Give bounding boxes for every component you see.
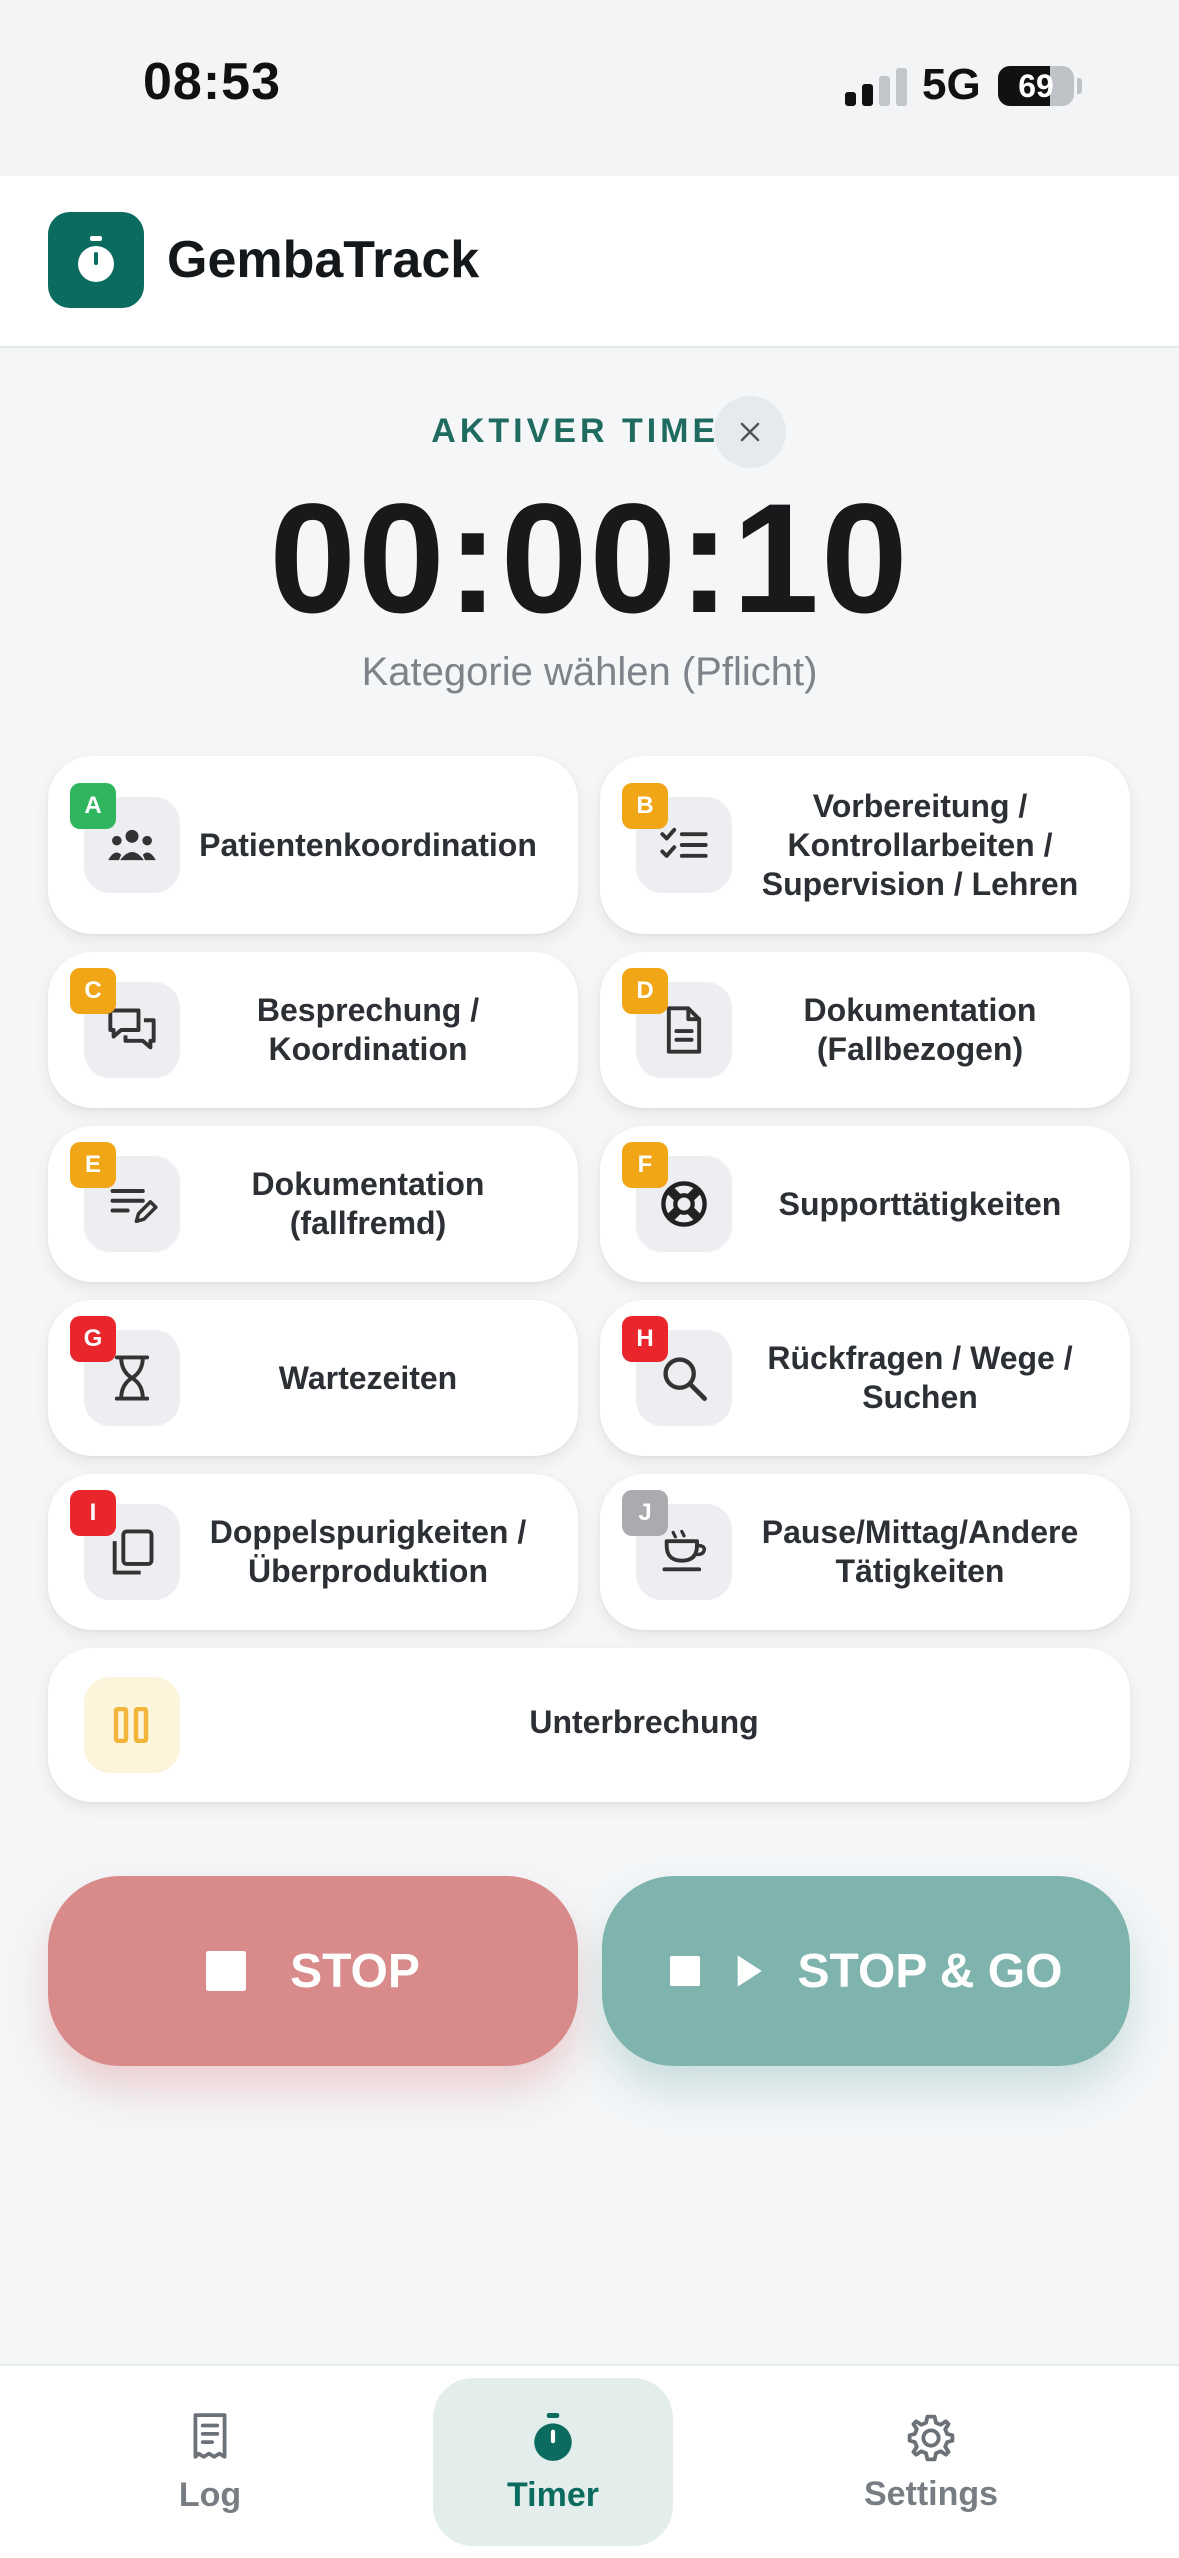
category-code-badge: B [622,783,668,829]
category-code-badge: G [70,1316,116,1362]
stop-and-go-button[interactable]: STOP & GO [602,1876,1130,2066]
category-label: Supporttätigkeiten [740,1185,1100,1224]
category-code-badge: H [622,1316,668,1362]
category-button-a[interactable]: A Patientenkoordination [48,756,578,934]
timer-status-label: AKTIVER TIMER [431,412,748,450]
play-icon [737,1955,762,1987]
close-icon [740,422,760,442]
receipt-icon [193,2412,227,2459]
stop-label: STOP [290,1944,420,1998]
nav-timer-label: Timer [507,2475,599,2514]
status-time: 08:53 [143,53,281,111]
category-label-line: Rückfragen / Wege / [767,1340,1073,1376]
category-button-i[interactable]: I Doppelspurigkeiten / Überproduktion [48,1474,578,1630]
status-bar: 08:53 5G 69 [0,0,1179,176]
category-code-badge: A [70,783,116,829]
category-button-j[interactable]: J Pause/Mittag/Andere Tätigkeiten [600,1474,1130,1630]
category-label-line: Suchen [862,1379,978,1415]
category-code-badge: J [622,1490,668,1536]
category-code-badge: E [70,1142,116,1188]
category-label: Dokumentation (fallfremd) [188,1165,548,1243]
category-label: Pause/Mittag/Andere Tätigkeiten [740,1513,1100,1591]
category-code-badge: D [622,968,668,1014]
stopwatch-icon [48,212,144,308]
stop-icon [206,1951,247,1991]
nav-log[interactable]: Log [90,2378,330,2546]
category-label-line: Überproduktion [248,1553,488,1589]
battery-nub [1077,78,1082,94]
category-label: Doppelspurigkeiten / Überproduktion [188,1513,548,1591]
category-label-line: (fallfremd) [289,1205,447,1241]
category-code-badge: I [70,1490,116,1536]
category-label-line: Kontrollarbeiten / [787,827,1053,863]
category-button-c[interactable]: C Besprechung / Koordination [48,952,578,1108]
network-type: 5G [922,60,981,109]
nav-log-label: Log [178,2475,242,2514]
category-button-d[interactable]: D Dokumentation (Fallbezogen) [600,952,1130,1108]
nav-settings-label: Settings [863,2474,999,2513]
category-button-e[interactable]: E Dokumentation (fallfremd) [48,1126,578,1282]
category-label-line: (Fallbezogen) [816,1031,1024,1067]
stopwatch-icon [534,2412,572,2461]
interruption-button[interactable]: Unterbrechung [48,1648,1130,1802]
stop-icon [669,1956,700,1986]
nav-timer[interactable]: Timer [433,2378,673,2546]
category-label: Dokumentation (Fallbezogen) [740,991,1100,1069]
category-button-f[interactable]: F Supporttätigkeiten [600,1126,1130,1282]
category-label: Besprechung / Koordination [188,991,548,1069]
category-button-b[interactable]: B Vorbereitung / Kontrollarbeiten / Supervi… [600,756,1130,934]
close-timer-button[interactable] [714,396,786,468]
signal-icon [845,66,907,106]
category-label: Patientenkoordination [188,826,548,865]
battery-icon: 69 [998,66,1074,106]
category-code-badge: C [70,968,116,1014]
app-title: GembaTrack [167,231,480,289]
nav-settings[interactable]: Settings [811,2378,1051,2546]
category-label-line: Tätigkeiten [835,1553,1005,1589]
timer-display: 00:00:10 [269,472,910,646]
interruption-label: Unterbrechung [529,1704,759,1740]
category-code-badge: F [622,1142,668,1188]
category-label-line: Koordination [268,1031,468,1067]
gear-icon [907,2414,955,2461]
category-label-line: Patientenkoordination [199,827,537,863]
category-label-line: Dokumentation [251,1166,485,1202]
category-label-line: Besprechung / [256,992,480,1028]
category-label-line: Vorbereitung / [812,788,1028,824]
category-label-line: Dokumentation [803,992,1037,1028]
category-button-h[interactable]: H Rückfragen / Wege / Suchen [600,1300,1130,1456]
battery-level: 69 [1018,68,1054,104]
timer-header: AKTIVER TIMER [0,412,1179,451]
category-label-line: Doppelspurigkeiten / [209,1514,527,1550]
category-label: Wartezeiten [188,1359,548,1398]
stop-button[interactable]: STOP [48,1876,578,2066]
category-label-line: Wartezeiten [278,1360,458,1396]
bottom-navigation: Log Timer Settings [0,2364,1179,2558]
category-label: Rückfragen / Wege / Suchen [740,1339,1100,1417]
pause-icon [84,1677,180,1773]
category-label-line: Pause/Mittag/Andere [761,1514,1079,1550]
category-label-line: Supporttätigkeiten [778,1186,1062,1222]
stop-and-go-label: STOP & GO [797,1944,1063,1998]
category-button-g[interactable]: G Wartezeiten [48,1300,578,1456]
category-hint: Kategorie wählen (Pflicht) [361,650,818,694]
app-header: GembaTrack [0,176,1179,348]
category-label: Vorbereitung / Kontrollarbeiten / Supervis… [740,787,1100,904]
category-label-line: Supervision / Lehren [761,866,1079,902]
